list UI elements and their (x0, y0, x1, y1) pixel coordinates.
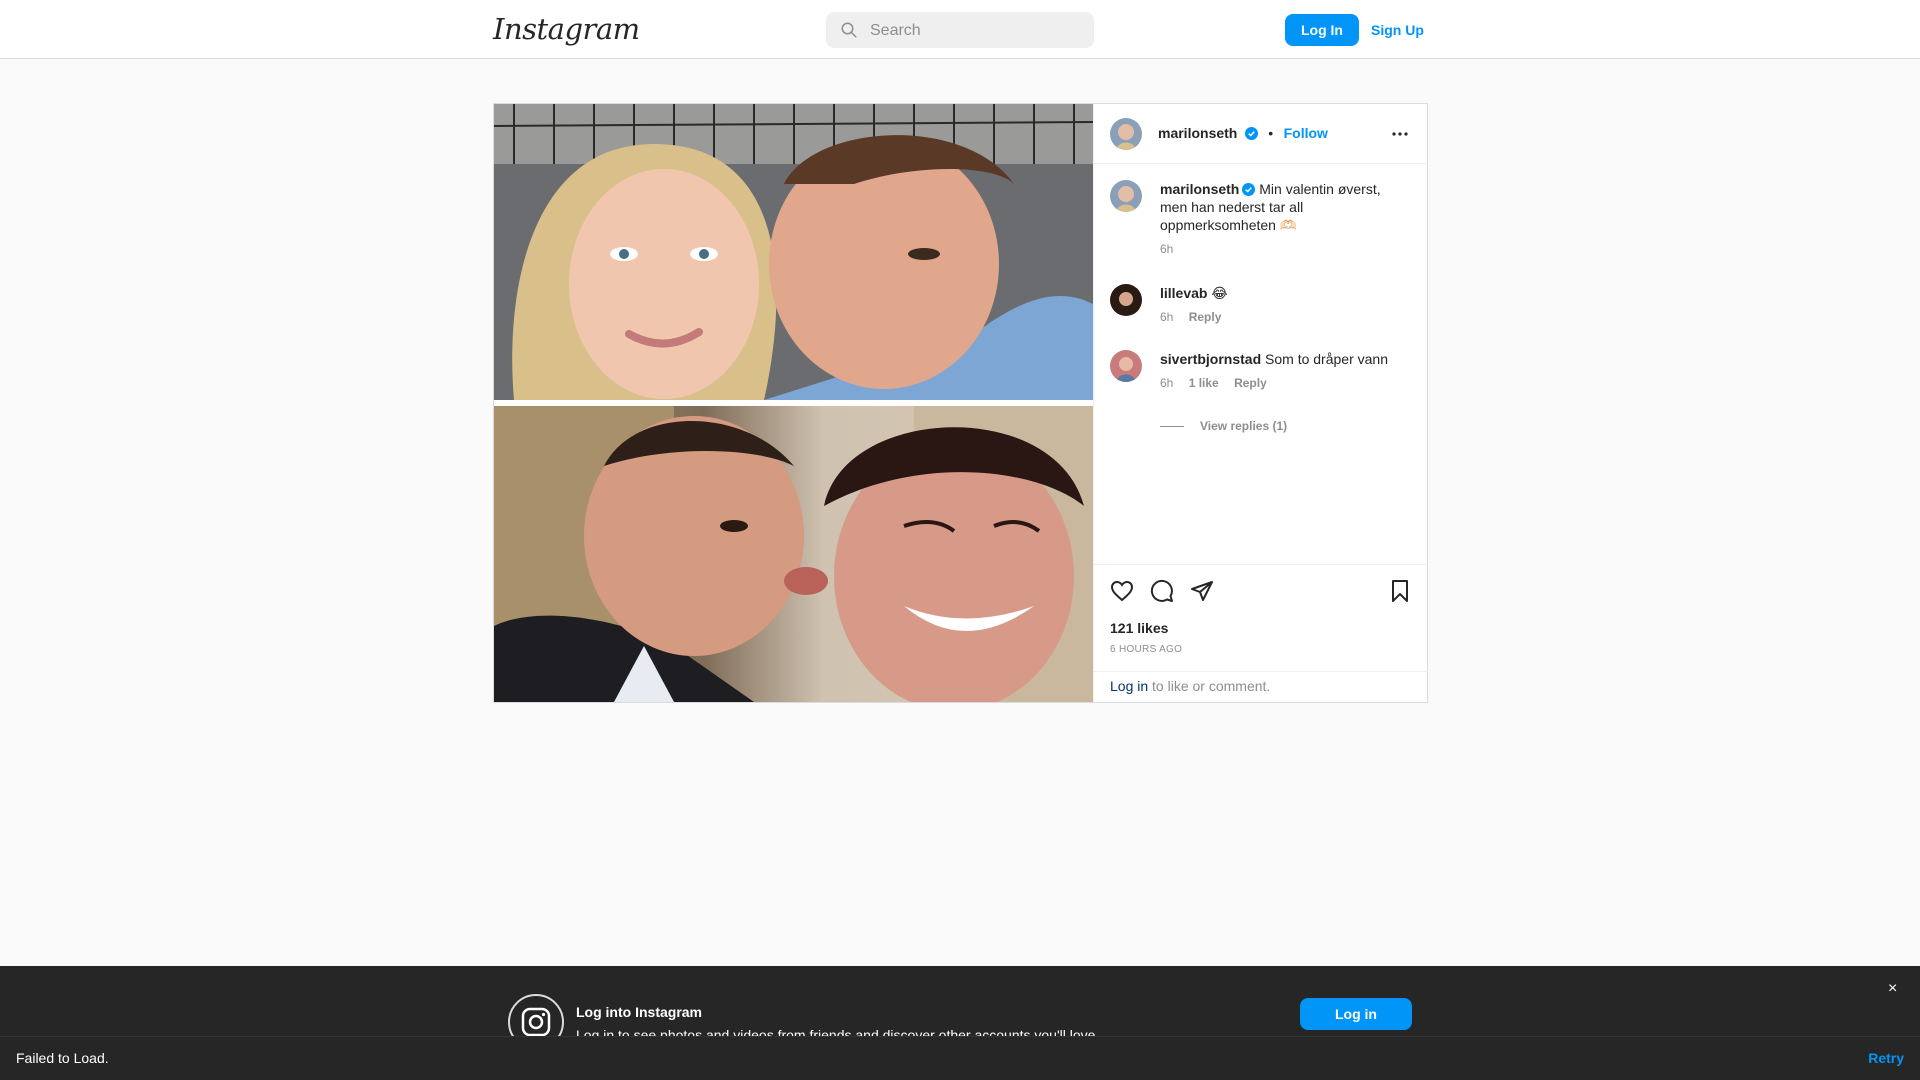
header-user-row: marilonseth • Follow (1158, 125, 1328, 143)
caption-avatar[interactable] (1110, 180, 1142, 212)
comment-text: 😂 (1211, 285, 1228, 301)
comment-body: sivertbjornstad Som to dråper vann 6h 1 … (1160, 350, 1410, 392)
post-media[interactable] (494, 104, 1093, 702)
avatar-image (1110, 284, 1142, 316)
comment-time[interactable]: 6h (1160, 376, 1173, 390)
login-link[interactable]: Log in (1110, 678, 1148, 694)
search-icon (841, 22, 857, 38)
post-photo-top (494, 104, 1093, 400)
share-send-icon[interactable] (1190, 579, 1214, 603)
comment-time[interactable]: 6h (1160, 310, 1173, 324)
follow-button[interactable]: Follow (1284, 125, 1328, 141)
login-to-comment: Log in to like or comment. (1094, 671, 1428, 702)
caption-username[interactable]: marilonseth (1160, 181, 1239, 197)
post-sidebar: marilonseth • Follow marilonseth Min val… (1093, 104, 1428, 702)
save-bookmark-icon[interactable] (1388, 579, 1412, 603)
comment-username[interactable]: lillevab (1160, 285, 1207, 301)
comment-meta: 6h Reply (1160, 308, 1410, 326)
post-actions: 121 likes 6 HOURS AGO (1094, 564, 1428, 674)
author-avatar[interactable] (1110, 118, 1142, 150)
banner-title: Log into Instagram (576, 1004, 702, 1020)
commenter-avatar[interactable] (1110, 284, 1142, 316)
avatar-image (1110, 350, 1142, 382)
error-toast: Failed to Load. Retry (0, 1036, 1920, 1080)
verified-badge-icon (1244, 127, 1258, 140)
banner-login-button[interactable]: Log in (1300, 998, 1412, 1030)
like-heart-icon[interactable] (1110, 579, 1134, 603)
comment-likes[interactable]: 1 like (1189, 376, 1219, 390)
instagram-logo[interactable]: Instagram (493, 12, 640, 46)
search-bar[interactable]: Search (826, 12, 1094, 48)
signup-link[interactable]: Sign Up (1371, 14, 1424, 46)
search-input[interactable]: Search (870, 22, 921, 40)
retry-button[interactable]: Retry (1868, 1050, 1904, 1066)
caption-time[interactable]: 6h (1160, 242, 1173, 256)
post-photo-bottom (494, 406, 1093, 702)
login-hint: to like or comment. (1148, 678, 1271, 694)
commenter-avatar[interactable] (1110, 350, 1142, 382)
photo-bottom-illustration (494, 406, 1093, 702)
caption-body: marilonseth Min valentin øverst, men han… (1160, 180, 1410, 258)
photo-top-illustration (494, 104, 1093, 400)
comment-bubble-icon[interactable] (1150, 579, 1174, 603)
post-timestamp[interactable]: 6 HOURS AGO (1110, 644, 1182, 655)
reply-button[interactable]: Reply (1234, 376, 1267, 390)
separator-dot: • (1268, 125, 1274, 141)
post-header: marilonseth • Follow (1094, 104, 1428, 164)
view-replies-label: View replies (1) (1200, 419, 1288, 433)
view-replies-button[interactable]: View replies (1) (1160, 419, 1287, 433)
toast-message: Failed to Load. (16, 1050, 109, 1066)
replies-divider (1160, 426, 1184, 428)
comment-meta: 6h 1 like Reply (1160, 374, 1410, 392)
more-options-icon[interactable] (1390, 126, 1410, 142)
caption-meta: 6h (1160, 240, 1410, 258)
avatar-image (1110, 180, 1142, 212)
likes-count[interactable]: 121 likes (1110, 620, 1168, 636)
post-card: marilonseth • Follow marilonseth Min val… (493, 103, 1428, 703)
comment-username[interactable]: sivertbjornstad (1160, 351, 1261, 367)
comment-body: lillevab 😂 6h Reply (1160, 284, 1410, 326)
author-username[interactable]: marilonseth (1158, 125, 1237, 141)
comments-list: marilonseth Min valentin øverst, men han… (1094, 164, 1428, 564)
avatar-image (1110, 118, 1142, 150)
top-nav: Instagram Search Log In Sign Up (0, 0, 1920, 59)
comment-text: Som to dråper vann (1265, 351, 1388, 367)
verified-badge-icon (1242, 183, 1256, 196)
login-button[interactable]: Log In (1285, 14, 1359, 46)
close-icon[interactable]: × (1888, 980, 1897, 998)
reply-button[interactable]: Reply (1189, 310, 1222, 324)
